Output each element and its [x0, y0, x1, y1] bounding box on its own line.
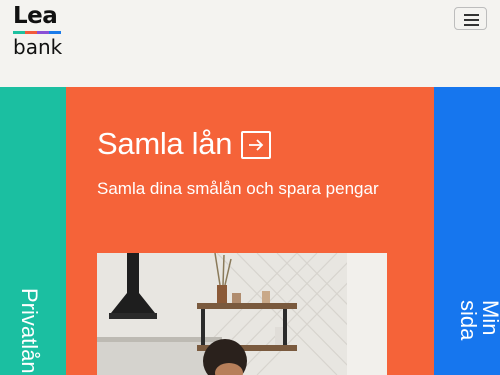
menu-button[interactable]	[454, 7, 487, 30]
logo-text-bottom: bank	[13, 35, 63, 59]
hamburger-icon	[464, 14, 479, 16]
hamburger-icon-line	[464, 24, 479, 26]
arrow-right-icon[interactable]	[241, 131, 271, 159]
kitchen-photo	[97, 253, 387, 375]
hamburger-icon-line	[464, 19, 479, 21]
lea-bank-logo[interactable]: Lea bank	[13, 4, 65, 58]
site-header: Lea bank	[0, 0, 500, 87]
logo-text-top: Lea	[13, 3, 58, 29]
hero-photo	[97, 253, 387, 375]
arrow-right-icon-svg	[249, 139, 264, 151]
logo-color-bar	[13, 31, 61, 34]
privatlan-label[interactable]: Privatlån	[16, 288, 42, 374]
hero-subtitle: Samla dina smålån och spara pengar	[97, 179, 379, 198]
hero-title[interactable]: Samla lån	[97, 126, 232, 162]
min-sida-label[interactable]: Min sida	[456, 300, 500, 375]
